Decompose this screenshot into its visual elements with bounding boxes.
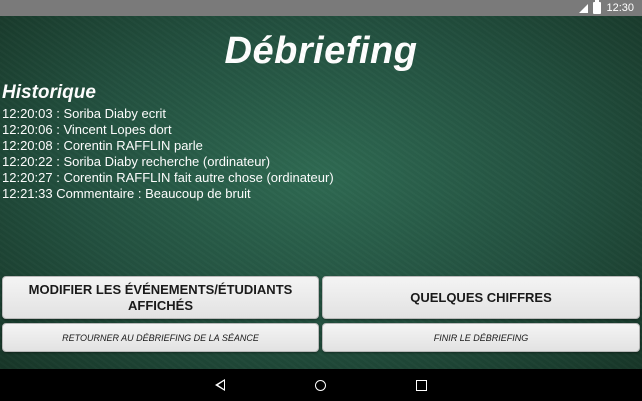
page-title: Débriefing bbox=[224, 30, 418, 72]
history-title: Historique bbox=[2, 82, 96, 103]
navigation-bar bbox=[0, 369, 642, 401]
nav-home-icon[interactable] bbox=[315, 379, 326, 391]
battery-icon bbox=[593, 0, 602, 14]
history-entry: 12:21:33 Commentaire : Beaucoup de bruit bbox=[2, 186, 251, 201]
modify-events-students-button[interactable]: MODIFIER LES ÉVÉNEMENTS/ÉTUDIANTS AFFICH… bbox=[2, 276, 319, 319]
return-to-session-debriefing-button[interactable]: RETOURNER AU DÉBRIEFING DE LA SÉANCE bbox=[2, 323, 319, 352]
history-entry: 12:20:08 : Corentin RAFFLIN parle bbox=[2, 138, 203, 153]
nav-recents-icon[interactable] bbox=[416, 379, 427, 391]
some-figures-button[interactable]: QUELQUES CHIFFRES bbox=[322, 276, 640, 319]
finish-debriefing-button[interactable]: FINIR LE DÉBRIEFING bbox=[322, 323, 640, 352]
history-list: 12:20:03 : Soriba Diaby ecrit 12:20:06 :… bbox=[2, 106, 334, 202]
status-time: 12:30 bbox=[606, 2, 634, 14]
history-entry: 12:20:22 : Soriba Diaby recherche (ordin… bbox=[2, 154, 271, 169]
history-entry: 12:20:03 : Soriba Diaby ecrit bbox=[2, 106, 167, 121]
status-bar: 12:30 bbox=[0, 0, 642, 16]
history-entry: 12:20:27 : Corentin RAFFLIN fait autre c… bbox=[2, 170, 334, 185]
history-entry: 12:20:06 : Vincent Lopes dort bbox=[2, 122, 172, 137]
signal-icon bbox=[579, 3, 589, 13]
nav-back-icon[interactable] bbox=[215, 379, 225, 391]
